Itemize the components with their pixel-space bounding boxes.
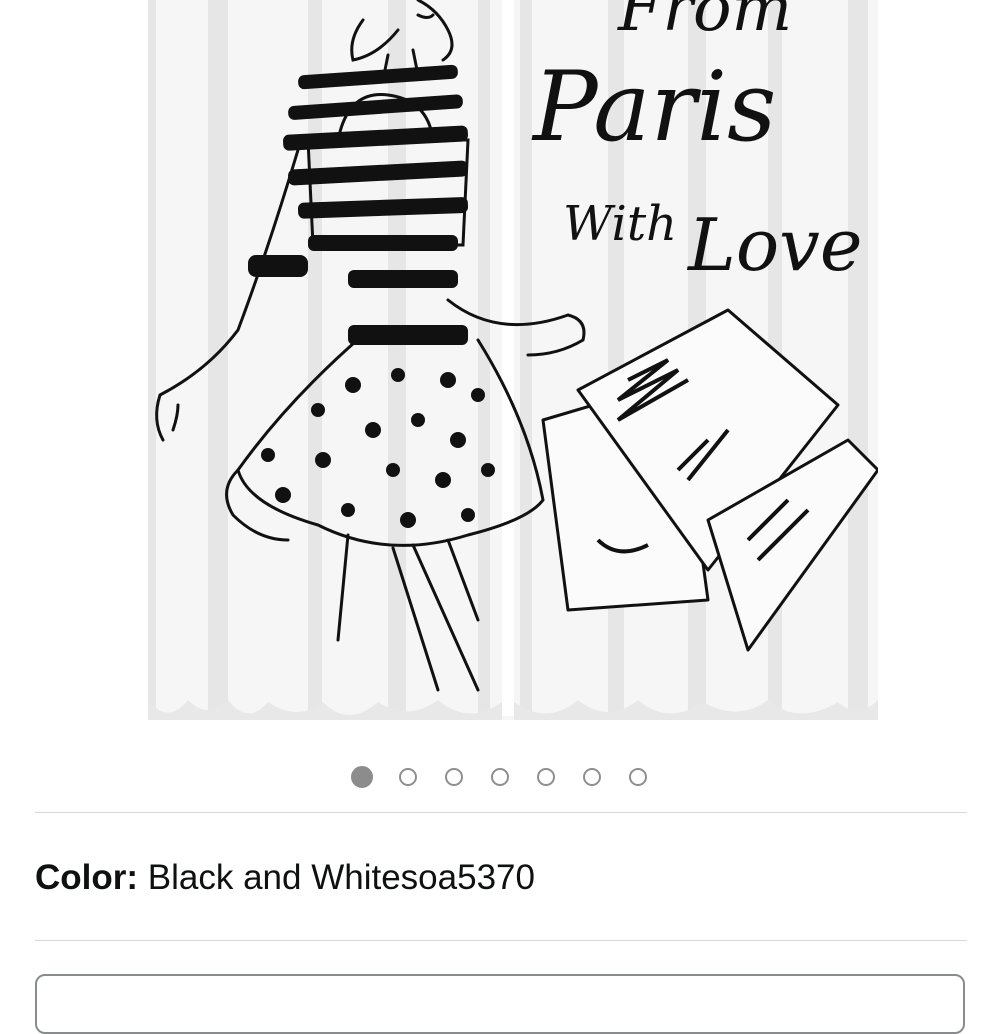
color-variation-option[interactable] (35, 974, 965, 1034)
art-text-love: Love (686, 203, 862, 287)
carousel-dot-4[interactable] (491, 768, 509, 786)
carousel-dot-6[interactable] (583, 768, 601, 786)
divider-bottom (35, 940, 967, 941)
art-text-with: With (563, 196, 677, 252)
color-value: Black and Whitesoa5370 (147, 858, 535, 897)
carousel-dot-2[interactable] (399, 768, 417, 786)
carousel-dot-1[interactable] (351, 766, 373, 788)
image-carousel-indicators (0, 766, 1000, 792)
art-text-from: From (617, 0, 792, 46)
curtain-illustration: From Paris With Love (148, 0, 878, 720)
carousel-dot-5[interactable] (537, 768, 555, 786)
divider-top (35, 812, 967, 813)
product-image[interactable]: From Paris With Love (148, 0, 878, 720)
color-selection: Color: Black and Whitesoa5370 (35, 856, 535, 900)
color-label: Color: (35, 858, 139, 897)
carousel-dot-3[interactable] (445, 768, 463, 786)
art-text-paris: Paris (531, 51, 776, 163)
carousel-dot-7[interactable] (629, 768, 647, 786)
